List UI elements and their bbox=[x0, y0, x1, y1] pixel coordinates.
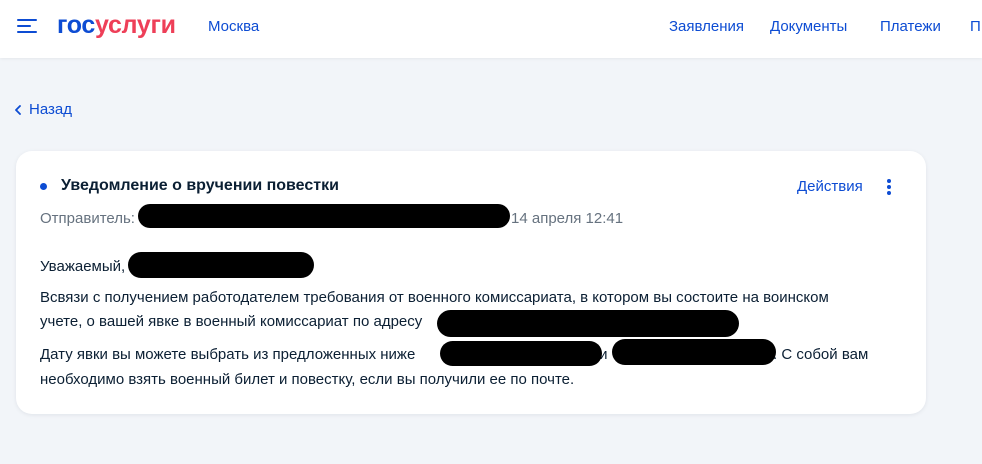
redacted-sender bbox=[138, 204, 510, 228]
redacted-option-2 bbox=[612, 339, 776, 365]
redacted-name bbox=[128, 252, 314, 278]
paragraph2-line2: необходимо взять военный билет и повестк… bbox=[40, 371, 575, 388]
paragraph1-line1: Всвязи с получением работодателем требов… bbox=[40, 289, 829, 306]
notification-date: 14 апреля 12:41 bbox=[511, 210, 624, 227]
menu-icon[interactable] bbox=[17, 17, 37, 35]
chevron-left-icon bbox=[15, 104, 21, 115]
nav-documents[interactable]: Документы bbox=[770, 18, 847, 35]
paragraph2-line1-end: . С собой вам bbox=[773, 346, 869, 363]
top-header: госуслуги Москва Заявления Документы Пла… bbox=[0, 0, 982, 58]
actions-button[interactable]: Действия bbox=[797, 178, 863, 195]
notification-card: Уведомление о вручении повестки Действия… bbox=[16, 151, 926, 414]
nav-payments[interactable]: Платежи bbox=[880, 18, 941, 35]
gosuslugi-logo[interactable]: госуслуги bbox=[57, 10, 176, 40]
sender-label: Отправитель: bbox=[40, 210, 135, 227]
back-link[interactable]: Назад bbox=[14, 101, 72, 118]
kebab-menu-icon[interactable] bbox=[885, 178, 893, 196]
unread-dot-icon bbox=[40, 183, 47, 190]
nav-truncated[interactable]: П bbox=[970, 18, 981, 35]
notification-title: Уведомление о вручении повестки bbox=[61, 177, 339, 194]
redacted-address bbox=[437, 310, 739, 337]
redacted-option-1 bbox=[440, 341, 602, 366]
nav-applications[interactable]: Заявления bbox=[669, 18, 744, 35]
paragraph1-line2: учете, о вашей явке в военный комиссариа… bbox=[40, 313, 423, 330]
greeting-text: Уважаемый, bbox=[40, 258, 126, 275]
city-selector[interactable]: Москва bbox=[208, 18, 259, 35]
back-label: Назад bbox=[29, 101, 72, 118]
paragraph2-line1-start: Дату явки вы можете выбрать из предложен… bbox=[40, 346, 416, 363]
